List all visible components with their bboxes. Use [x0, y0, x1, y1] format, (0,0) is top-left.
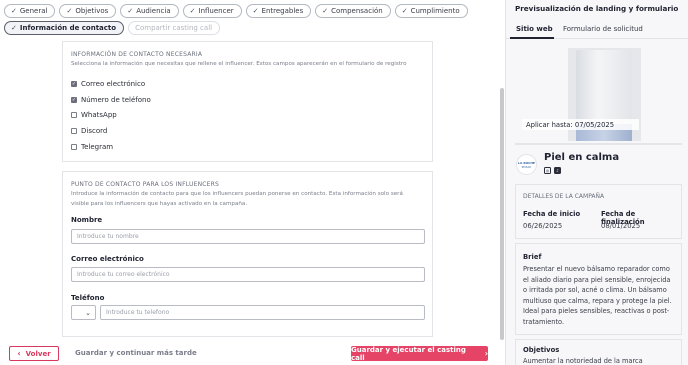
phone-label: Teléfono	[71, 294, 105, 302]
check-icon: ✓	[189, 7, 196, 15]
brief-text: Presentar el nuevo bálsamo reparador com…	[523, 265, 672, 326]
name-label: Nombre	[71, 216, 103, 224]
chevron-left-icon: ‹	[17, 349, 21, 358]
objectives-text: Aumentar la notoriedad de la marca	[523, 357, 643, 365]
check-icon: ✓	[11, 24, 17, 32]
contact-info-description: Selecciona la información que necesitas …	[71, 61, 407, 67]
email-label: Correo electrónico	[71, 255, 144, 263]
back-button[interactable]: ‹ Volver	[9, 346, 59, 361]
tab-influencer[interactable]: ✓ Influencer	[182, 4, 242, 18]
email-input[interactable]: Introduce tu correo electrónico	[71, 267, 425, 282]
objectives-card: Objetivos Aumentar la notoriedad de la m…	[515, 339, 682, 365]
save-and-run-button[interactable]: Guardar y ejecutar el casting call ›	[351, 346, 488, 362]
campaign-details-card: DETALLES DE LA CAMPAÑA Fecha de inicio 0…	[515, 184, 682, 239]
chevron-down-icon: ⌄	[85, 308, 91, 317]
option-correo[interactable]: ✓ Correo electrónico	[71, 80, 145, 88]
option-whatsapp[interactable]: WhatsApp	[71, 111, 117, 119]
check-icon: ✓	[127, 7, 134, 15]
product-tube-image	[576, 50, 632, 124]
name-input[interactable]: Introduce tu nombre	[71, 229, 425, 244]
brief-title: Brief	[523, 253, 542, 261]
brief-card: Brief Presentar el nuevo bálsamo reparad…	[515, 243, 682, 335]
contact-point-card: PUNTO DE CONTACTO PARA LOS INFLUENCERS I…	[62, 171, 433, 337]
details-title: DETALLES DE LA CAMPAÑA	[523, 193, 605, 200]
active-tab-indicator	[510, 37, 554, 39]
tab-audiencia[interactable]: ✓ Audiencia	[120, 4, 179, 18]
end-date-value: 08/01/2025	[601, 222, 641, 230]
checkbox-checked-icon[interactable]: ✓	[71, 81, 77, 87]
objectives-title: Objetivos	[523, 346, 560, 354]
tab-compensacion[interactable]: ✓ Compensación	[315, 4, 391, 18]
apply-until-label: Aplicar hasta: 07/05/2025	[522, 119, 639, 130]
preview-tabs: Sitio web Formulario de solicitud	[506, 21, 688, 39]
option-discord[interactable]: Discord	[71, 127, 107, 135]
tab-objetivos[interactable]: ✓ Objetivos	[59, 4, 117, 18]
option-telegram[interactable]: Telegram	[71, 143, 113, 151]
phone-input[interactable]: Introduce tu telefono	[100, 305, 425, 320]
tab-entregables[interactable]: ✓ Entregables	[245, 4, 312, 18]
checkbox-icon[interactable]	[71, 144, 77, 150]
option-telefono[interactable]: ✓ Número de teléfono	[71, 96, 151, 104]
country-code-select[interactable]: ⌄	[71, 305, 96, 320]
tab-compartir-casting-call[interactable]: Compartir casting call	[128, 21, 221, 35]
tab-formulario-solicitud[interactable]: Formulario de solicitud	[563, 25, 643, 33]
scrollbar-thumb[interactable]	[500, 88, 504, 340]
social-icons: ◎ ♪	[544, 167, 561, 174]
check-icon: ✓	[66, 7, 73, 15]
checkbox-icon[interactable]	[71, 112, 77, 118]
contact-point-title: PUNTO DE CONTACTO PARA LOS INFLUENCERS	[71, 181, 220, 188]
save-later-button[interactable]: Guardar y continuar más tarde	[75, 349, 197, 357]
tab-cumplimiento[interactable]: ✓ Cumplimiento	[394, 4, 468, 18]
campaign-name: Piel en calma	[544, 152, 620, 163]
contact-point-description: Introduce la información de contacto par…	[71, 191, 403, 207]
instagram-icon[interactable]: ◎	[544, 167, 551, 174]
checkbox-icon[interactable]	[71, 128, 77, 134]
check-icon: ✓	[322, 7, 329, 15]
tiktok-icon[interactable]: ♪	[554, 167, 561, 174]
preview-title: Previsualización de landing y formulario	[515, 4, 679, 13]
contact-info-card: INFORMACIÓN DE CONTACTO NECESARIA Selecc…	[62, 41, 433, 162]
tab-sitio-web[interactable]: Sitio web	[516, 25, 553, 33]
checkbox-checked-icon[interactable]: ✓	[71, 97, 77, 103]
contact-info-title: INFORMACIÓN DE CONTACTO NECESARIA	[71, 51, 203, 58]
wizard-tabs: ✓ General ✓ Objetivos ✓ Audiencia ✓ Influenc…	[4, 4, 500, 35]
check-icon: ✓	[252, 7, 259, 15]
tab-informacion-contacto[interactable]: ✓ Información de contacto	[4, 21, 125, 35]
start-date-label: Fecha de inicio	[523, 210, 581, 218]
brand-logo: LA ROCHE POSAY	[516, 154, 537, 175]
preview-panel: Previsualización de landing y formulario…	[505, 0, 688, 365]
check-icon: ✓	[401, 7, 408, 15]
start-date-value: 06/26/2025	[523, 222, 563, 230]
chevron-right-icon: ›	[484, 349, 488, 358]
check-icon: ✓	[11, 7, 17, 15]
divider	[515, 143, 682, 145]
tab-general[interactable]: ✓ General	[4, 4, 56, 18]
